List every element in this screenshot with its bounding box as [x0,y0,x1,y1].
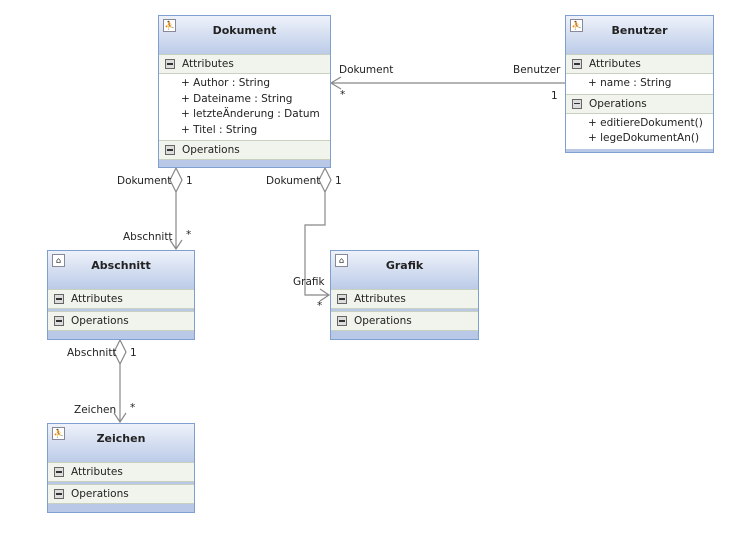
class-name: Grafik [385,259,424,272]
operation[interactable]: + editiereDokument() [566,116,713,132]
class-icon: ⛹ [570,19,583,32]
class-grafik[interactable]: ⌂ Grafik Attributes Operations [330,250,479,340]
collapse-icon[interactable] [337,316,347,326]
class-icon: ⛹ [52,427,65,440]
class-name: Benutzer [611,24,668,37]
multiplicity-label: * [340,89,346,101]
attributes-section[interactable]: Attributes [159,54,330,74]
collapse-icon[interactable] [572,98,582,109]
collapse-icon[interactable] [337,294,347,304]
collapse-icon[interactable] [165,145,175,155]
collapse-icon[interactable] [54,294,64,304]
multiplicity-label: 1 [130,347,137,359]
role-label: Benutzer [513,64,561,76]
class-abschnitt[interactable]: ⌂ Abschnitt Attributes Operations [47,250,195,340]
role-label: Abschnitt [67,347,117,359]
attribute[interactable]: + Titel : String [159,123,330,139]
operation[interactable]: + legeDokumentAn() [566,131,713,147]
class-name: Abschnitt [91,259,151,272]
collapse-icon[interactable] [572,59,582,69]
multiplicity-label: * [186,229,192,241]
collapse-icon[interactable] [54,489,64,499]
role-label: Dokument [339,64,394,76]
role-label: Zeichen [74,404,117,416]
attribute[interactable]: + letzteÄnderung : Datum [159,107,330,123]
collapse-icon[interactable] [54,316,64,326]
attributes-section[interactable]: Attributes [48,462,194,482]
collapse-icon[interactable] [54,467,64,477]
association-benutzer-dokument [329,76,565,90]
role-label: Dokument [117,175,172,187]
class-icon: ⌂ [52,254,65,267]
class-name: Zeichen [96,432,146,445]
role-label: Grafik [293,276,325,288]
multiplicity-label: * [130,402,136,414]
role-label: Dokument [266,175,321,187]
class-name: Dokument [212,24,277,37]
collapse-icon[interactable] [165,59,175,69]
attribute[interactable]: + name : String [566,76,713,92]
attributes-section[interactable]: Attributes [566,54,713,74]
operations-section[interactable]: Operations [331,311,478,331]
class-zeichen[interactable]: ⛹ Zeichen Attributes Operations [47,423,195,513]
class-benutzer[interactable]: ⛹ Benutzer Attributes + name : String Ope… [565,15,714,153]
class-icon: ⛹ [163,19,176,32]
operations-section[interactable]: Operations [159,140,330,160]
operations-section[interactable]: Operations [48,484,194,504]
operations-section[interactable]: Operations [48,311,194,331]
multiplicity-label: 1 [186,175,193,187]
class-dokument[interactable]: ⛹ Dokument Attributes + Author : String +… [158,15,331,168]
attributes-section[interactable]: Attributes [48,289,194,309]
role-label: Abschnitt [123,231,173,243]
operations-section[interactable]: Operations [566,93,713,114]
class-icon: ⌂ [335,254,348,267]
attributes-section[interactable]: Attributes [331,289,478,309]
multiplicity-label: * [317,300,323,312]
multiplicity-label: 1 [551,90,558,102]
attribute[interactable]: + Dateiname : String [159,92,330,108]
multiplicity-label: 1 [335,175,342,187]
attribute[interactable]: + Author : String [159,76,330,92]
